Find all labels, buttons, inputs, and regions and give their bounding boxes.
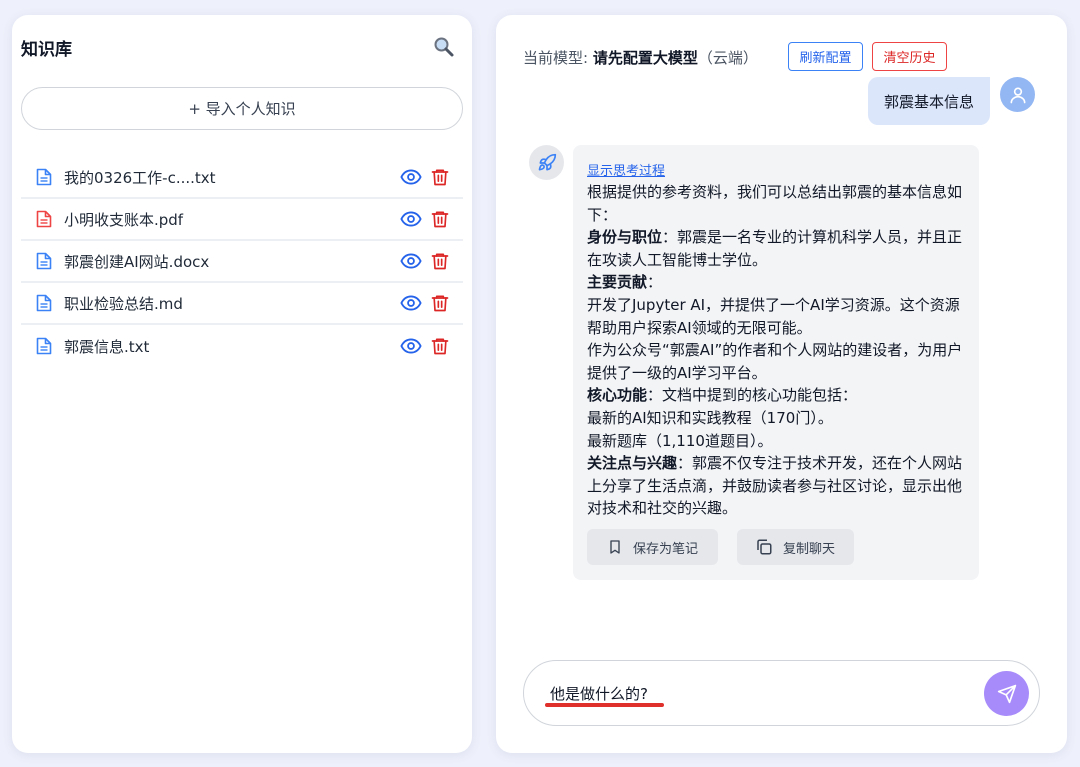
answer-intro: 根据提供的参考资料，我们可以总结出郭震的基本信息如下： bbox=[587, 183, 963, 224]
file-list: 我的0326工作-c....txt 小明收支账本.pdf 郭震创建AI网站.docx… bbox=[21, 157, 463, 367]
contrib-heading: 主要贡献： bbox=[587, 271, 965, 294]
trash-icon[interactable] bbox=[430, 167, 450, 187]
rocket-icon bbox=[529, 145, 564, 180]
document-icon bbox=[36, 168, 52, 186]
document-icon bbox=[36, 252, 52, 270]
file-item[interactable]: 职业检验总结.md bbox=[21, 283, 463, 325]
contrib-colon: ： bbox=[647, 273, 663, 292]
file-item[interactable]: 郭震信息.txt bbox=[21, 325, 463, 367]
contrib-2: 作为公众号“郭震AI”的作者和个人网站的建设者，为用户提供了一级的AI学习平台。 bbox=[587, 341, 963, 382]
interest-title: 关注点与兴趣 bbox=[587, 454, 678, 473]
eye-icon[interactable] bbox=[400, 168, 422, 186]
copy-chat-label: 复制聊天 bbox=[783, 541, 836, 557]
document-icon bbox=[36, 337, 52, 355]
eye-icon[interactable] bbox=[400, 210, 422, 228]
import-knowledge-button[interactable]: + 导入个人知识 bbox=[21, 87, 463, 130]
contrib-1: 开发了Jupyter AI，并提供了一个AI学习资源。这个资源帮助用户探索AI领… bbox=[587, 295, 960, 337]
message-actions: 保存为笔记 复制聊天 bbox=[587, 529, 854, 565]
user-avatar-icon bbox=[1000, 77, 1035, 112]
copy-icon bbox=[757, 539, 772, 555]
file-name: 郭震创建AI网站.docx bbox=[64, 252, 210, 271]
document-icon bbox=[36, 210, 52, 228]
trash-icon[interactable] bbox=[430, 251, 450, 271]
identity-title: 身份与职位 bbox=[587, 228, 663, 247]
user-message: 郭震基本信息 bbox=[868, 77, 990, 125]
contrib-title: 主要贡献 bbox=[587, 273, 648, 292]
file-item[interactable]: 郭震创建AI网站.docx bbox=[21, 241, 463, 283]
send-button[interactable] bbox=[984, 671, 1029, 716]
file-name: 职业检验总结.md bbox=[64, 294, 183, 313]
file-name: 小明收支账本.pdf bbox=[64, 210, 184, 229]
document-icon bbox=[36, 294, 52, 312]
file-item[interactable]: 小明收支账本.pdf bbox=[21, 199, 463, 241]
model-status: 当前模型: 请先配置大模型（云端） bbox=[523, 47, 758, 68]
model-prefix: 当前模型: bbox=[523, 49, 593, 67]
eye-icon[interactable] bbox=[400, 252, 422, 270]
trash-icon[interactable] bbox=[430, 209, 450, 229]
chat-input-box bbox=[523, 660, 1040, 726]
save-note-label: 保存为笔记 bbox=[633, 541, 699, 557]
save-note-button[interactable]: 保存为笔记 bbox=[587, 529, 718, 565]
file-name: 我的0326工作-c....txt bbox=[64, 168, 216, 187]
trash-icon[interactable] bbox=[430, 336, 450, 356]
core-heading: 核心功能：文档中提到的核心功能包括： bbox=[587, 384, 965, 407]
clear-history-button[interactable]: 清空历史 bbox=[872, 42, 947, 71]
model-name: 请先配置大模型 bbox=[592, 49, 698, 67]
send-icon bbox=[997, 684, 1016, 703]
red-underline-mark bbox=[545, 703, 664, 707]
model-suffix: （云端） bbox=[697, 49, 758, 67]
core-title: 核心功能 bbox=[587, 386, 648, 405]
assistant-message: 显示思考过程 根据提供的参考资料，我们可以总结出郭震的基本信息如下： 身份与职位… bbox=[573, 145, 979, 580]
core-2: 最新题库（1,110道题目）。 bbox=[587, 431, 773, 450]
answer-text: 根据提供的参考资料，我们可以总结出郭震的基本信息如下： 身份与职位：郭震是一名专… bbox=[587, 181, 965, 520]
bookmark-icon bbox=[610, 540, 620, 554]
knowledge-title: 知识库 bbox=[21, 40, 72, 60]
chat-panel: 当前模型: 请先配置大模型（云端） 刷新配置 清空历史 郭震基本信息 显示思考过… bbox=[496, 15, 1067, 753]
eye-icon[interactable] bbox=[400, 337, 422, 355]
search-icon[interactable] bbox=[432, 35, 456, 59]
trash-icon[interactable] bbox=[430, 293, 450, 313]
interest-paragraph: 关注点与兴趣：郭震不仅专注于技术开发，还在个人网站上分享了生活点滴，并鼓励读者参… bbox=[587, 452, 965, 520]
show-thinking-link[interactable]: 显示思考过程 bbox=[587, 162, 965, 181]
core-text: ：文档中提到的核心功能包括： bbox=[647, 386, 858, 405]
refresh-config-button[interactable]: 刷新配置 bbox=[788, 42, 863, 71]
knowledge-panel: 知识库 + 导入个人知识 我的0326工作-c....txt 小明收支账本.pdf… bbox=[12, 15, 472, 753]
core-1: 最新的AI知识和实践教程（170门）。 bbox=[587, 408, 833, 427]
file-item[interactable]: 我的0326工作-c....txt bbox=[21, 157, 463, 199]
identity-paragraph: 身份与职位：郭震是一名专业的计算机科学人员，并且正在攻读人工智能博士学位。 bbox=[587, 226, 965, 271]
copy-chat-button[interactable]: 复制聊天 bbox=[737, 529, 854, 565]
file-name: 郭震信息.txt bbox=[64, 337, 150, 356]
eye-icon[interactable] bbox=[400, 294, 422, 312]
